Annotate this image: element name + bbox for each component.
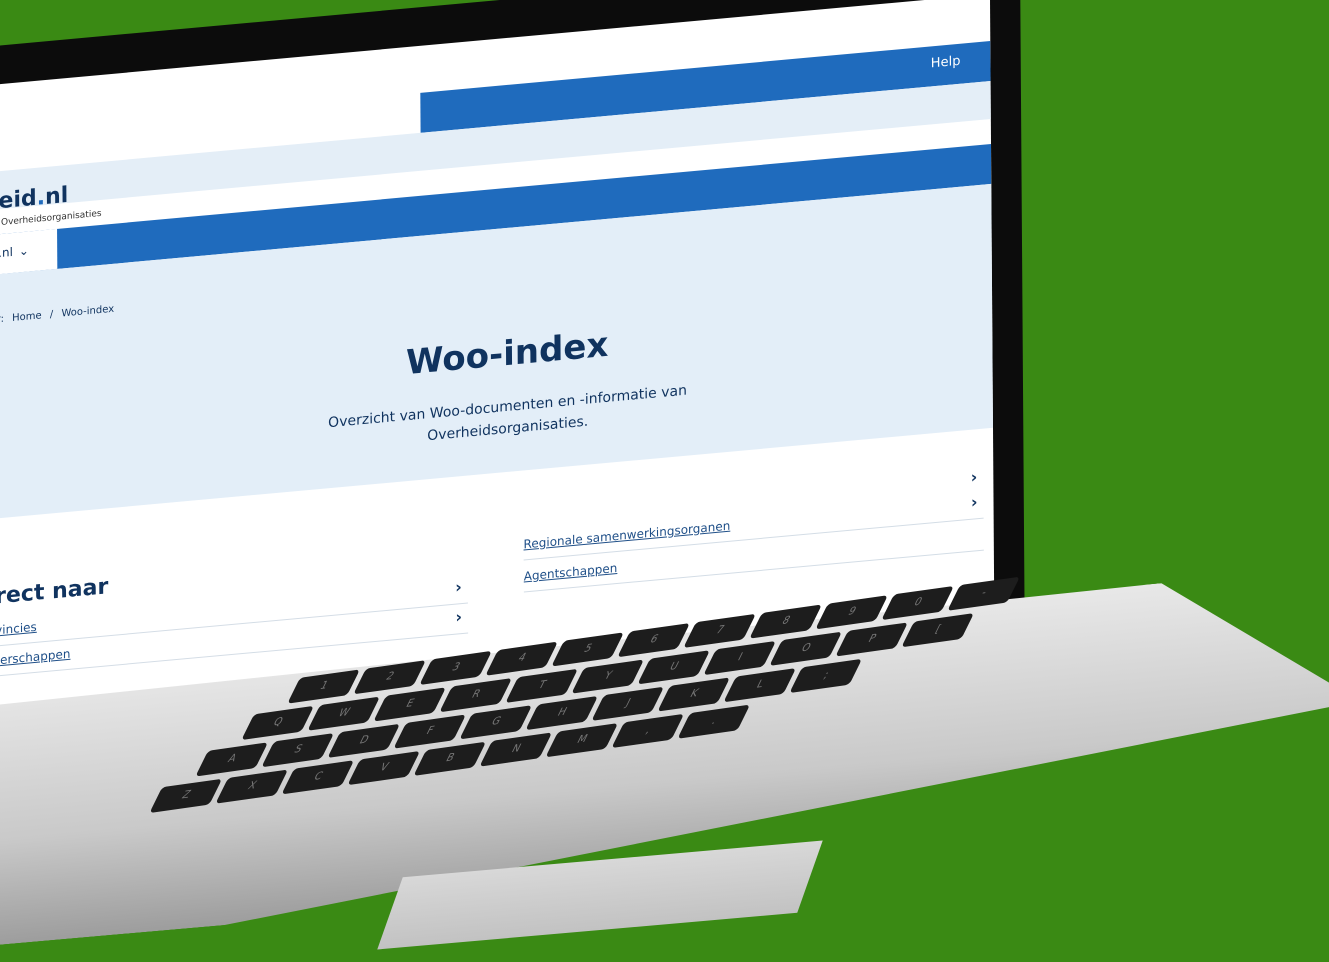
link-waterschappen-label: aterschappen [0,646,71,669]
key: S [261,733,335,768]
key: C [281,760,355,795]
chevron-right-icon: › [970,467,978,487]
logo-main: heid [0,185,37,216]
key: R [439,678,513,713]
key: H [525,695,599,731]
key: N [479,732,553,767]
key: K [657,677,731,712]
key: V [347,750,421,786]
link-agentschappen-label: Agentschappen [523,560,618,584]
key: U [637,650,711,685]
key: B [413,741,487,776]
key: . [677,704,751,739]
key: Y [571,659,645,694]
chevron-right-icon: › [455,607,463,627]
key: X [215,769,289,804]
key: D [327,723,401,758]
breadcrumb: r: Home / Woo-index [0,303,119,326]
breadcrumb-separator: / [49,309,54,321]
key: P [835,622,909,657]
key: Z [149,778,223,814]
help-link[interactable]: Help [931,54,961,72]
chevron-right-icon: › [970,492,978,512]
key: G [459,705,533,740]
key: A [195,742,269,777]
key: [ [901,613,975,648]
key: W [307,696,381,731]
key: J [591,686,665,721]
key: T [505,668,579,703]
key: E [373,687,447,722]
direct-naar-heading: irect naar [0,574,109,611]
key: I [703,640,777,676]
key: O [769,631,843,666]
key: F [393,714,467,749]
breadcrumb-current: Woo-index [61,303,115,320]
key: ; [789,658,863,694]
key: , [611,713,685,749]
site-logo[interactable]: heid.nl [0,183,68,216]
breadcrumb-home[interactable]: Home [12,310,42,324]
site-selector-label: id.nl [0,244,13,262]
breadcrumb-prefix: r: [0,313,4,326]
logo-suffix: nl [44,182,69,210]
chevron-down-icon: ⌄ [18,243,30,259]
key: Q [241,705,315,741]
chevron-right-icon: › [455,577,462,597]
key: M [545,723,619,758]
key: L [723,668,797,703]
link-provincies-label: ovincies [0,619,37,639]
